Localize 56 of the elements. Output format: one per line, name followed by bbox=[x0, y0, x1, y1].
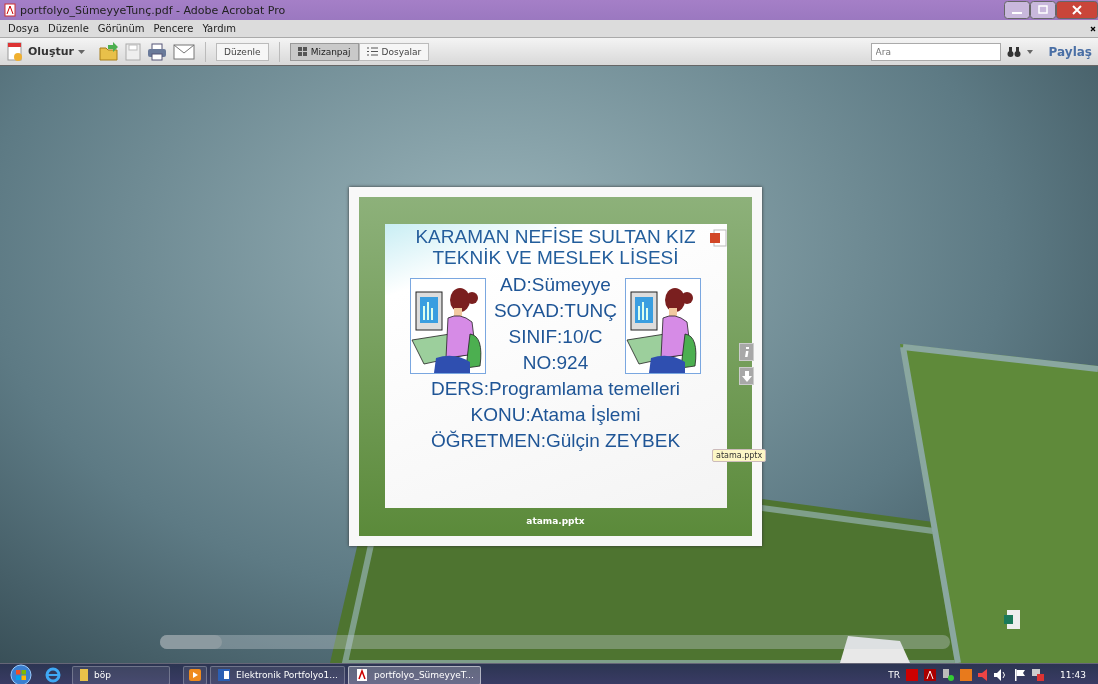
slide-text: SINIF:10/C bbox=[508, 325, 603, 349]
edit-button[interactable]: Düzenle bbox=[216, 42, 269, 61]
speaker-tray-icon[interactable] bbox=[978, 669, 989, 681]
menu-item[interactable]: Dosya bbox=[8, 23, 40, 34]
grid-icon bbox=[297, 47, 307, 56]
language-indicator[interactable]: TR bbox=[888, 670, 901, 680]
new-document-icon bbox=[6, 41, 24, 62]
start-button-icon[interactable] bbox=[8, 664, 34, 684]
slide-text: ÖĞRETMEN:Gülçin ZEYBEK bbox=[430, 429, 681, 453]
slide-text: SOYAD:TUNÇ bbox=[493, 299, 618, 323]
print-icon[interactable] bbox=[147, 42, 167, 61]
app-tray-icon[interactable] bbox=[960, 669, 973, 681]
horizontal-scrollbar[interactable] bbox=[160, 635, 950, 649]
slide-text: NO:924 bbox=[522, 351, 589, 375]
taskbar-item[interactable]: böp bbox=[72, 665, 170, 684]
flag-icon[interactable] bbox=[1014, 669, 1027, 681]
menu-item[interactable]: Düzenle bbox=[48, 23, 89, 34]
close-icon[interactable] bbox=[1090, 25, 1096, 32]
tooltip: atama.pptx bbox=[712, 449, 767, 462]
view-tab[interactable]: Mizanpaj bbox=[289, 42, 359, 61]
slide-text: AD:Sümeyye bbox=[500, 273, 611, 297]
media-player-icon bbox=[188, 668, 202, 682]
document-icon bbox=[1003, 609, 1021, 631]
binoculars-icon[interactable] bbox=[1006, 45, 1021, 58]
pdf-document-icon bbox=[354, 668, 369, 682]
list-icon bbox=[366, 47, 378, 56]
slide-text: DERS:Programlama temelleri bbox=[430, 377, 681, 401]
down-arrow-icon bbox=[741, 370, 752, 382]
file-caption: atama.pptx bbox=[526, 516, 585, 526]
email-icon[interactable] bbox=[173, 43, 195, 60]
slide-title: KARAMAN NEFİSE SULTAN KIZ bbox=[415, 226, 696, 247]
window-title: portfolyo_SümeyyeTunç.pdf - Adobe Acrobat Pro bbox=[20, 3, 286, 17]
share-button[interactable]: Paylaş bbox=[1048, 44, 1092, 59]
create-button[interactable]: Oluştur bbox=[6, 41, 85, 62]
slide-text: KONU:Atama İşlemi bbox=[470, 403, 641, 427]
taskbar-item[interactable] bbox=[183, 665, 207, 684]
minimize-icon[interactable] bbox=[1004, 1, 1030, 19]
slide-title: TEKNİK VE MESLEK LİSESİ bbox=[432, 247, 679, 268]
powerpoint-icon bbox=[708, 228, 727, 248]
word-document-icon bbox=[217, 668, 231, 682]
taskbar-item[interactable]: Elektronik Portfolyo1... bbox=[210, 665, 345, 684]
pdf-app-icon bbox=[4, 3, 16, 17]
search-field[interactable]: Ara bbox=[870, 42, 1001, 61]
menu-item[interactable]: Görünüm bbox=[97, 23, 145, 34]
browser-icon[interactable] bbox=[45, 667, 61, 683]
menu-item[interactable]: Yardım bbox=[202, 23, 237, 34]
view-tab[interactable]: Dosyalar bbox=[358, 42, 430, 61]
info-icon bbox=[743, 347, 750, 357]
maximize-icon[interactable] bbox=[1030, 1, 1056, 19]
taskbar-item[interactable]: portfolyo_SümeyyeT... bbox=[347, 665, 481, 684]
folder-icon bbox=[79, 668, 89, 682]
caret-icon bbox=[78, 49, 85, 54]
pdf-tray-icon[interactable] bbox=[924, 669, 937, 681]
clock[interactable]: 11:43 bbox=[1060, 670, 1086, 680]
dropdown-arrow-icon[interactable] bbox=[1026, 49, 1033, 54]
menu-item[interactable]: Pencere bbox=[153, 23, 194, 34]
